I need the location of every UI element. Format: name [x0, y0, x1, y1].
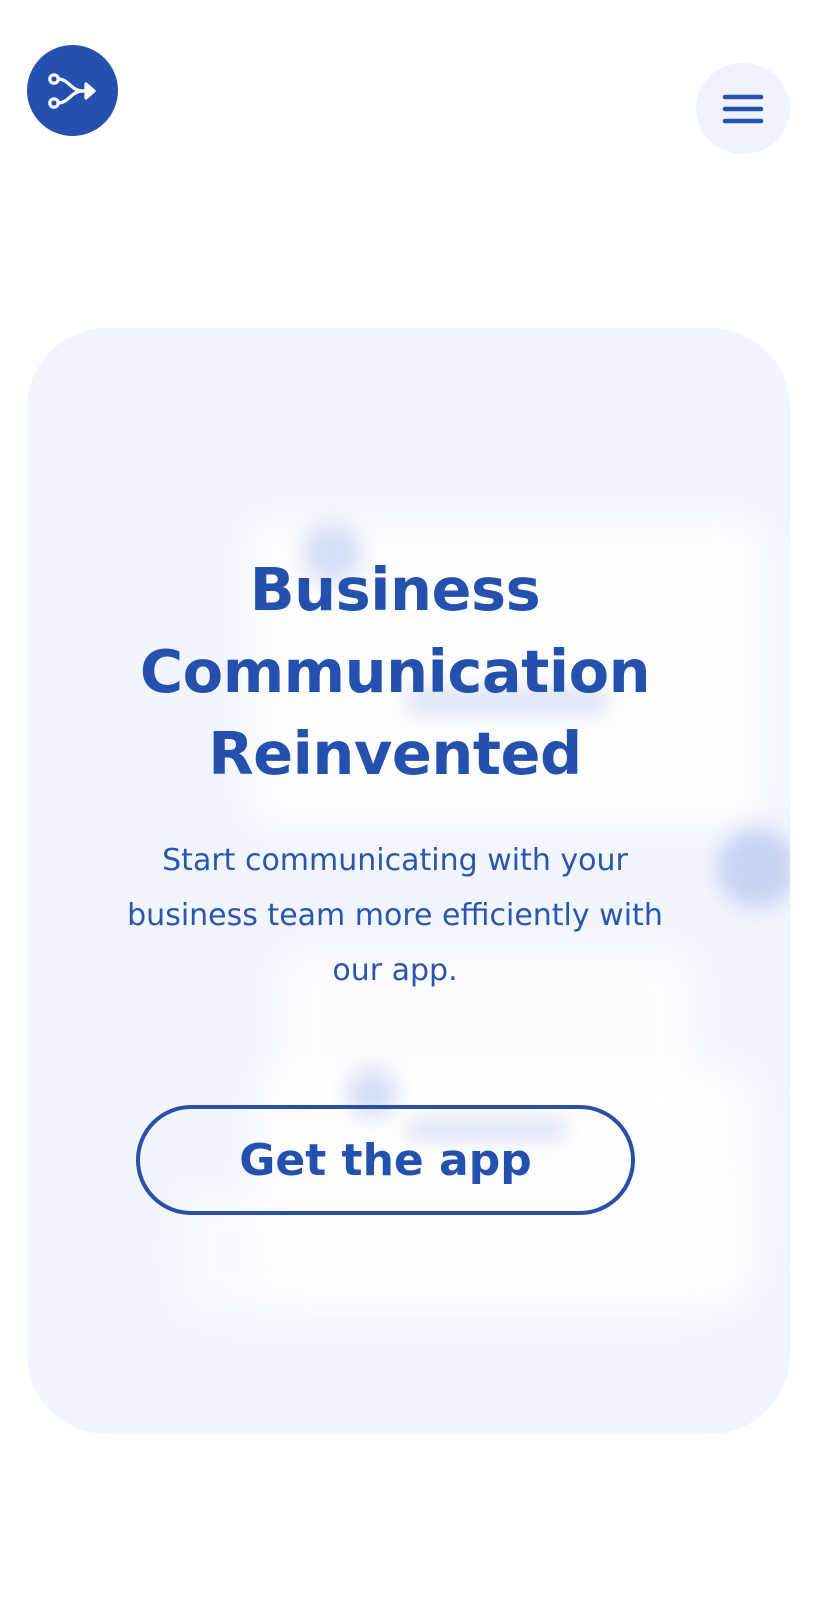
hero-title-line: Communication — [139, 637, 651, 706]
hero-title: Business Communication Reinvented — [27, 549, 763, 795]
get-the-app-button[interactable]: Get the app — [136, 1105, 635, 1215]
hamburger-menu-icon — [722, 94, 764, 123]
hero-title-line: Business — [249, 555, 541, 624]
menu-button[interactable] — [696, 63, 790, 154]
hero-content: Business Communication Reinvented Start … — [27, 328, 790, 1434]
branch-arrow-icon — [47, 72, 96, 109]
logo[interactable] — [27, 45, 118, 136]
hero-title-line: Reinvented — [208, 719, 582, 788]
hero-subtitle: Start communicating with your business t… — [127, 843, 663, 988]
page: Business Communication Reinvented Start … — [0, 0, 834, 1600]
hero-card: Business Communication Reinvented Start … — [27, 328, 790, 1434]
